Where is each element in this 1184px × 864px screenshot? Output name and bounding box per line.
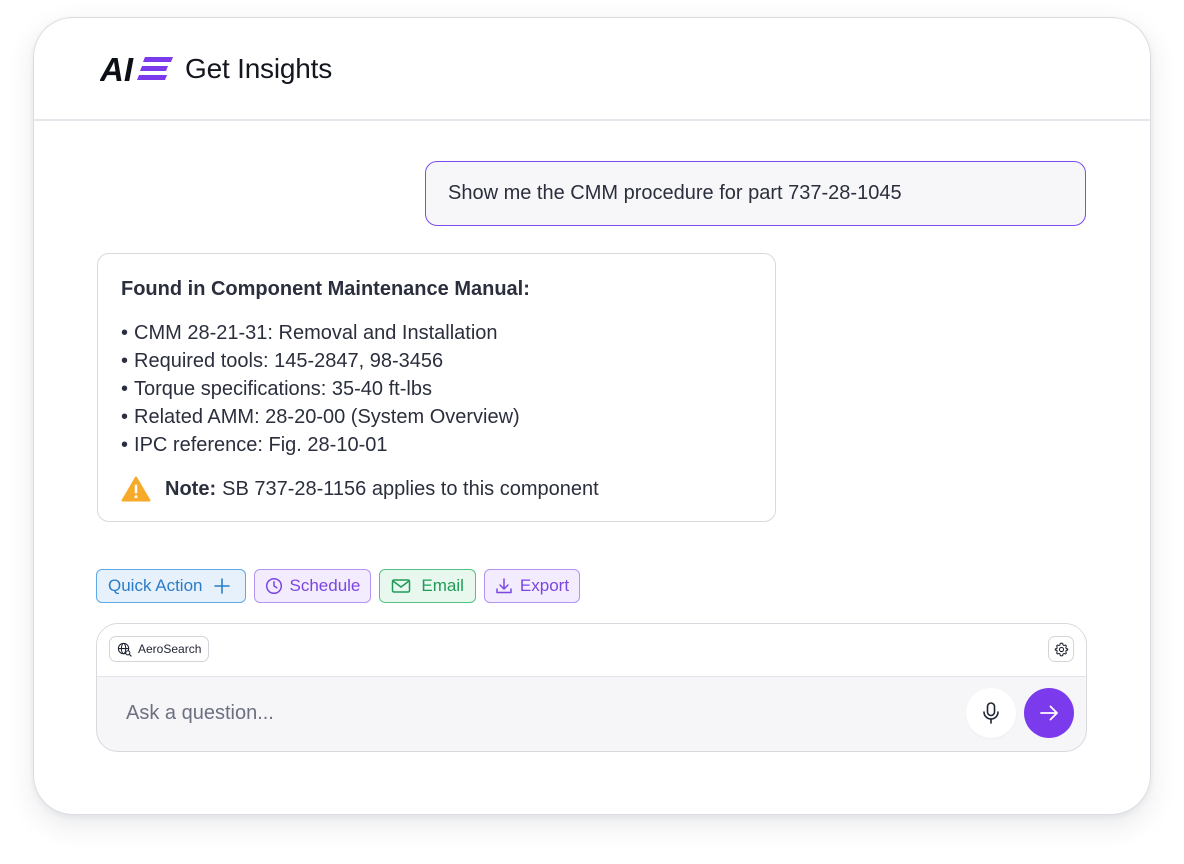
source-selector[interactable]: AeroSearch xyxy=(109,636,210,662)
send-button[interactable] xyxy=(1024,688,1074,738)
schedule-label: Schedule xyxy=(289,576,361,595)
composer-toolbar: AeroSearch xyxy=(97,624,1086,677)
list-item: • CMM 28-21-31: Removal and Installation xyxy=(121,322,498,344)
download-icon xyxy=(496,578,512,594)
list-item: • Required tools: 145-2847, 98-3456 xyxy=(121,350,444,372)
logo-text: AI xyxy=(100,53,134,85)
export-label: Export xyxy=(519,576,570,595)
header: AI Get Insights xyxy=(34,18,1150,121)
export-button[interactable]: Export xyxy=(483,569,581,603)
message-composer: AeroSearch xyxy=(96,623,1087,752)
ai-response-card: Found in Component Maintenance Manual: •… xyxy=(97,253,776,522)
settings-button[interactable] xyxy=(1048,636,1074,662)
globe-search-icon xyxy=(117,642,132,657)
page-title: Get Insights xyxy=(185,53,333,84)
quick-action-label: Quick Action xyxy=(108,576,203,595)
user-message-bubble: Show me the CMM procedure for part 737-2… xyxy=(425,161,1086,226)
list-item: • IPC reference: Fig. 28-10-01 xyxy=(121,434,388,456)
ai-logo: AI xyxy=(100,53,173,85)
microphone-icon xyxy=(983,702,999,724)
schedule-button[interactable]: Schedule xyxy=(253,569,372,603)
ai-response-heading: Found in Component Maintenance Manual: xyxy=(121,278,530,300)
arrow-right-icon xyxy=(1040,705,1058,721)
quick-actions-bar: Quick Action Schedule Email Export xyxy=(96,569,581,605)
note-row: Note: SB 737-28-1156 applies to this com… xyxy=(121,476,752,502)
list-item: • Related AMM: 28-20-00 (System Overview) xyxy=(121,406,520,428)
clock-icon xyxy=(265,577,282,595)
gear-icon xyxy=(1054,642,1068,656)
source-label: AeroSearch xyxy=(138,642,202,656)
microphone-button[interactable] xyxy=(966,688,1016,738)
note-label: Note: xyxy=(165,477,217,500)
app-window: AI Get Insights Show me the CMM procedur… xyxy=(33,17,1151,815)
note-text: SB 737-28-1156 applies to this component xyxy=(222,477,599,500)
email-label: Email xyxy=(421,576,464,595)
quick-action-button[interactable]: Quick Action xyxy=(96,569,246,603)
email-button[interactable]: Email xyxy=(379,569,476,603)
mail-icon xyxy=(392,579,411,593)
warning-icon xyxy=(121,476,151,502)
ai-response-list: • CMM 28-21-31: Removal and Installation … xyxy=(121,319,752,459)
list-item: • Torque specifications: 35-40 ft-lbs xyxy=(121,378,432,400)
user-message-text: Show me the CMM procedure for part 737-2… xyxy=(448,182,902,204)
plus-icon xyxy=(213,578,230,594)
question-input[interactable] xyxy=(124,688,948,738)
